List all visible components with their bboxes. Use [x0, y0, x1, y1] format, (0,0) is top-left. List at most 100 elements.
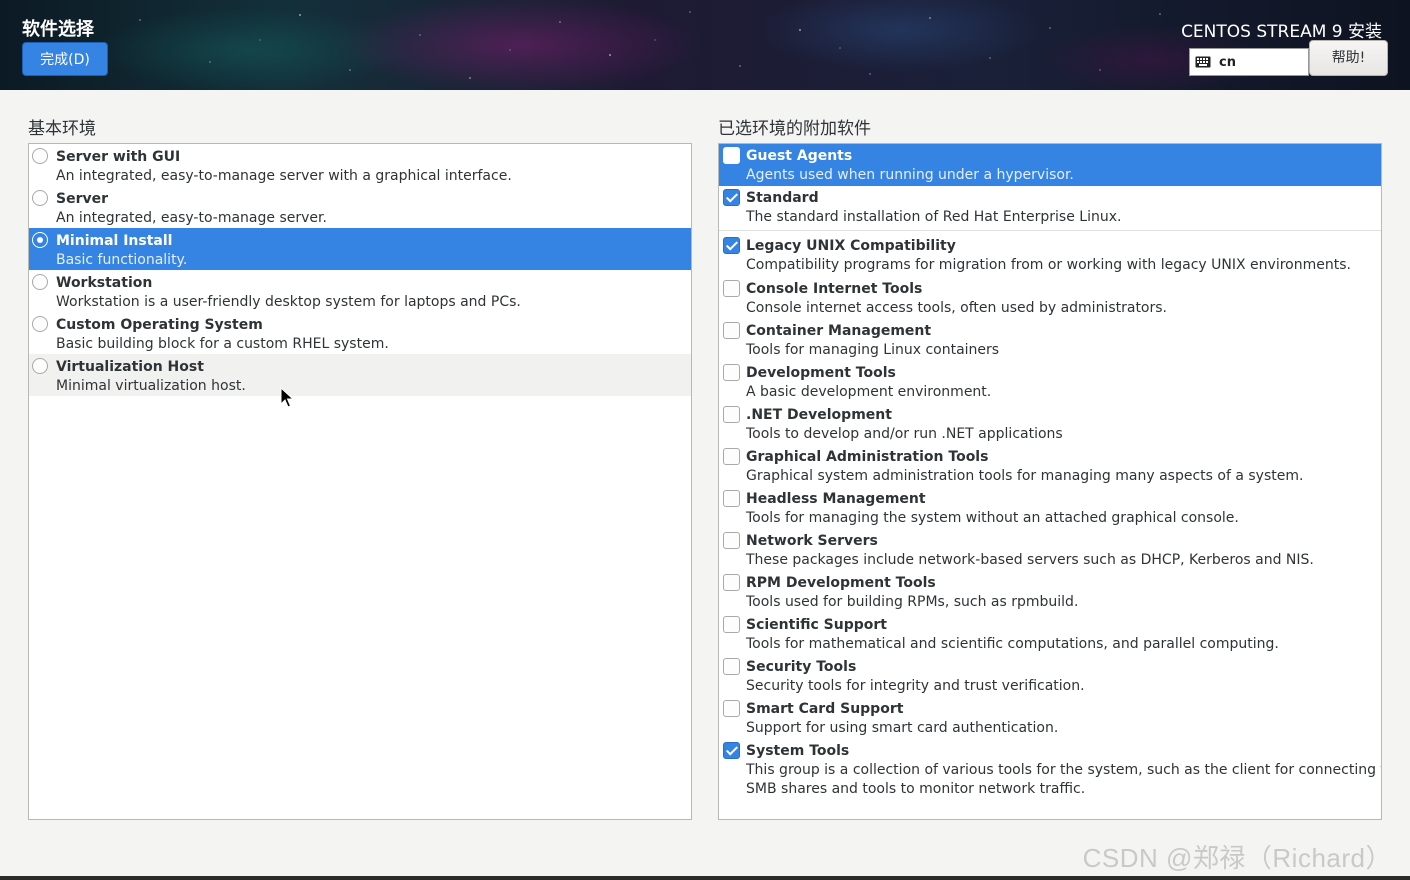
- addons-list: Guest Agents Agents used when running un…: [718, 143, 1382, 820]
- addon-item-title: Standard: [746, 190, 819, 206]
- env-item-desc: An integrated, easy-to-manage server.: [56, 210, 327, 226]
- addon-item-desc: A basic development environment.: [746, 384, 992, 400]
- radio-button[interactable]: [32, 148, 48, 164]
- checkbox[interactable]: [723, 658, 740, 675]
- addon-item-desc: Security tools for integrity and trust v…: [746, 678, 1085, 694]
- env-item-desc: Basic building block for a custom RHEL s…: [56, 336, 389, 352]
- page-title: 软件选择: [22, 19, 94, 40]
- addon-item-title: Graphical Administration Tools: [746, 449, 989, 465]
- addon-item-title: Security Tools: [746, 659, 857, 675]
- env-item-desc: Basic functionality.: [56, 252, 188, 268]
- checkbox[interactable]: [723, 742, 740, 759]
- env-item-server[interactable]: Server An integrated, easy-to-manage ser…: [29, 186, 691, 228]
- radio-button[interactable]: [32, 274, 48, 290]
- env-item-title: Workstation: [56, 275, 153, 291]
- checkbox[interactable]: [723, 237, 740, 254]
- addon-item-desc: Tools to develop and/or run .NET applica…: [746, 426, 1063, 442]
- addon-item-title: .NET Development: [746, 407, 892, 423]
- addon-item-desc: The standard installation of Red Hat Ent…: [746, 209, 1122, 225]
- keyboard-layout-label: cn: [1219, 54, 1236, 70]
- starfield-background: [139, 11, 1161, 79]
- addon-item-security-tools[interactable]: Security Tools Security tools for integr…: [719, 655, 1381, 697]
- checkbox[interactable]: [723, 700, 740, 717]
- addon-item-container-management[interactable]: Container Management Tools for managing …: [719, 319, 1381, 361]
- addon-item-desc: This group is a collection of various to…: [746, 762, 1382, 778]
- env-item-desc: An integrated, easy-to-manage server wit…: [56, 168, 512, 184]
- watermark: CSDN @郑禄（Richard）: [1082, 843, 1392, 873]
- checkbox[interactable]: [723, 147, 740, 164]
- checkbox[interactable]: [723, 280, 740, 297]
- env-item-title: Custom Operating System: [56, 317, 263, 333]
- product-title: CENTOS STREAM 9 安装: [1181, 22, 1382, 42]
- addons-title: 已选环境的附加软件: [718, 119, 871, 139]
- addon-item-desc: These packages include network-based ser…: [746, 552, 1314, 568]
- addon-item-guest-agents[interactable]: Guest Agents Agents used when running un…: [719, 144, 1381, 186]
- addon-item-desc: Tools for mathematical and scientific co…: [746, 636, 1279, 652]
- addon-item-network-servers[interactable]: Network Servers These packages include n…: [719, 529, 1381, 571]
- addon-item-desc: Support for using smart card authenticat…: [746, 720, 1059, 736]
- addon-item-graphical-administration-tools[interactable]: Graphical Administration Tools Graphical…: [719, 445, 1381, 487]
- done-button[interactable]: 完成(D): [22, 42, 108, 76]
- keyboard-icon: [1195, 56, 1211, 68]
- addon-item-dotnet-development[interactable]: .NET Development Tools to develop and/or…: [719, 403, 1381, 445]
- env-item-server-with-gui[interactable]: Server with GUI An integrated, easy-to-m…: [29, 144, 691, 186]
- mouse-cursor-icon: [280, 387, 294, 408]
- addon-item-title: System Tools: [746, 743, 850, 759]
- checkbox[interactable]: [723, 448, 740, 465]
- addon-item-development-tools[interactable]: Development Tools A basic development en…: [719, 361, 1381, 403]
- checkbox[interactable]: [723, 532, 740, 549]
- checkbox[interactable]: [723, 364, 740, 381]
- addon-item-desc: Agents used when running under a hypervi…: [746, 167, 1074, 183]
- addon-item-title: Headless Management: [746, 491, 926, 507]
- addon-item-desc: Graphical system administration tools fo…: [746, 468, 1304, 484]
- addon-item-title: Smart Card Support: [746, 701, 904, 717]
- addon-item-title: RPM Development Tools: [746, 575, 936, 591]
- header-banner: 软件选择 完成(D) CENTOS STREAM 9 安装 cn 帮助!: [0, 0, 1410, 90]
- env-item-title: Server: [56, 191, 109, 207]
- addon-item-desc: Console internet access tools, often use…: [746, 300, 1167, 316]
- addon-item-title: Console Internet Tools: [746, 281, 923, 297]
- addon-item-desc-continued: SMB shares and tools to monitor network …: [746, 781, 1086, 797]
- addon-item-scientific-support[interactable]: Scientific Support Tools for mathematica…: [719, 613, 1381, 655]
- keyboard-layout-indicator[interactable]: cn: [1189, 48, 1309, 76]
- checkbox[interactable]: [723, 616, 740, 633]
- addon-item-desc: Tools for managing the system without an…: [746, 510, 1239, 526]
- addon-item-title: Network Servers: [746, 533, 878, 549]
- addon-item-console-internet-tools[interactable]: Console Internet Tools Console internet …: [719, 277, 1381, 319]
- addon-item-legacy-unix-compatibility[interactable]: Legacy UNIX Compatibility Compatibility …: [719, 230, 1381, 277]
- addon-item-smart-card-support[interactable]: Smart Card Support Support for using sma…: [719, 697, 1381, 739]
- env-item-virtualization-host[interactable]: Virtualization Host Minimal virtualizati…: [29, 354, 691, 396]
- radio-button[interactable]: [32, 190, 48, 206]
- checkbox[interactable]: [723, 322, 740, 339]
- env-item-title: Virtualization Host: [56, 359, 204, 375]
- addon-item-standard[interactable]: Standard The standard installation of Re…: [719, 186, 1381, 230]
- addon-item-desc: Tools for managing Linux containers: [746, 342, 1000, 358]
- env-item-title: Server with GUI: [56, 149, 181, 165]
- env-item-custom-operating-system[interactable]: Custom Operating System Basic building b…: [29, 312, 691, 354]
- addon-item-desc: Compatibility programs for migration fro…: [746, 257, 1351, 273]
- addon-item-rpm-development-tools[interactable]: RPM Development Tools Tools used for bui…: [719, 571, 1381, 613]
- radio-button[interactable]: [32, 316, 48, 332]
- addon-item-desc: Tools used for building RPMs, such as rp…: [746, 594, 1079, 610]
- env-item-desc: Minimal virtualization host.: [56, 378, 246, 394]
- base-environment-title: 基本环境: [28, 119, 96, 139]
- addon-item-title: Development Tools: [746, 365, 896, 381]
- base-environment-list: Server with GUI An integrated, easy-to-m…: [28, 143, 692, 820]
- addon-item-title: Container Management: [746, 323, 932, 339]
- radio-button[interactable]: [32, 232, 48, 248]
- checkbox[interactable]: [723, 189, 740, 206]
- addon-item-headless-management[interactable]: Headless Management Tools for managing t…: [719, 487, 1381, 529]
- addon-item-title: Legacy UNIX Compatibility: [746, 238, 956, 254]
- radio-button[interactable]: [32, 358, 48, 374]
- addon-item-title: Guest Agents: [746, 148, 853, 164]
- checkbox[interactable]: [723, 490, 740, 507]
- addon-item-system-tools[interactable]: System Tools This group is a collection …: [719, 739, 1381, 801]
- env-item-workstation[interactable]: Workstation Workstation is a user-friend…: [29, 270, 691, 312]
- addon-item-title: Scientific Support: [746, 617, 887, 633]
- checkbox[interactable]: [723, 406, 740, 423]
- env-item-minimal-install[interactable]: Minimal Install Basic functionality.: [29, 228, 691, 270]
- bottom-edge: [0, 876, 1410, 880]
- checkbox[interactable]: [723, 574, 740, 591]
- help-button[interactable]: 帮助!: [1309, 40, 1388, 76]
- env-item-desc: Workstation is a user-friendly desktop s…: [56, 294, 521, 310]
